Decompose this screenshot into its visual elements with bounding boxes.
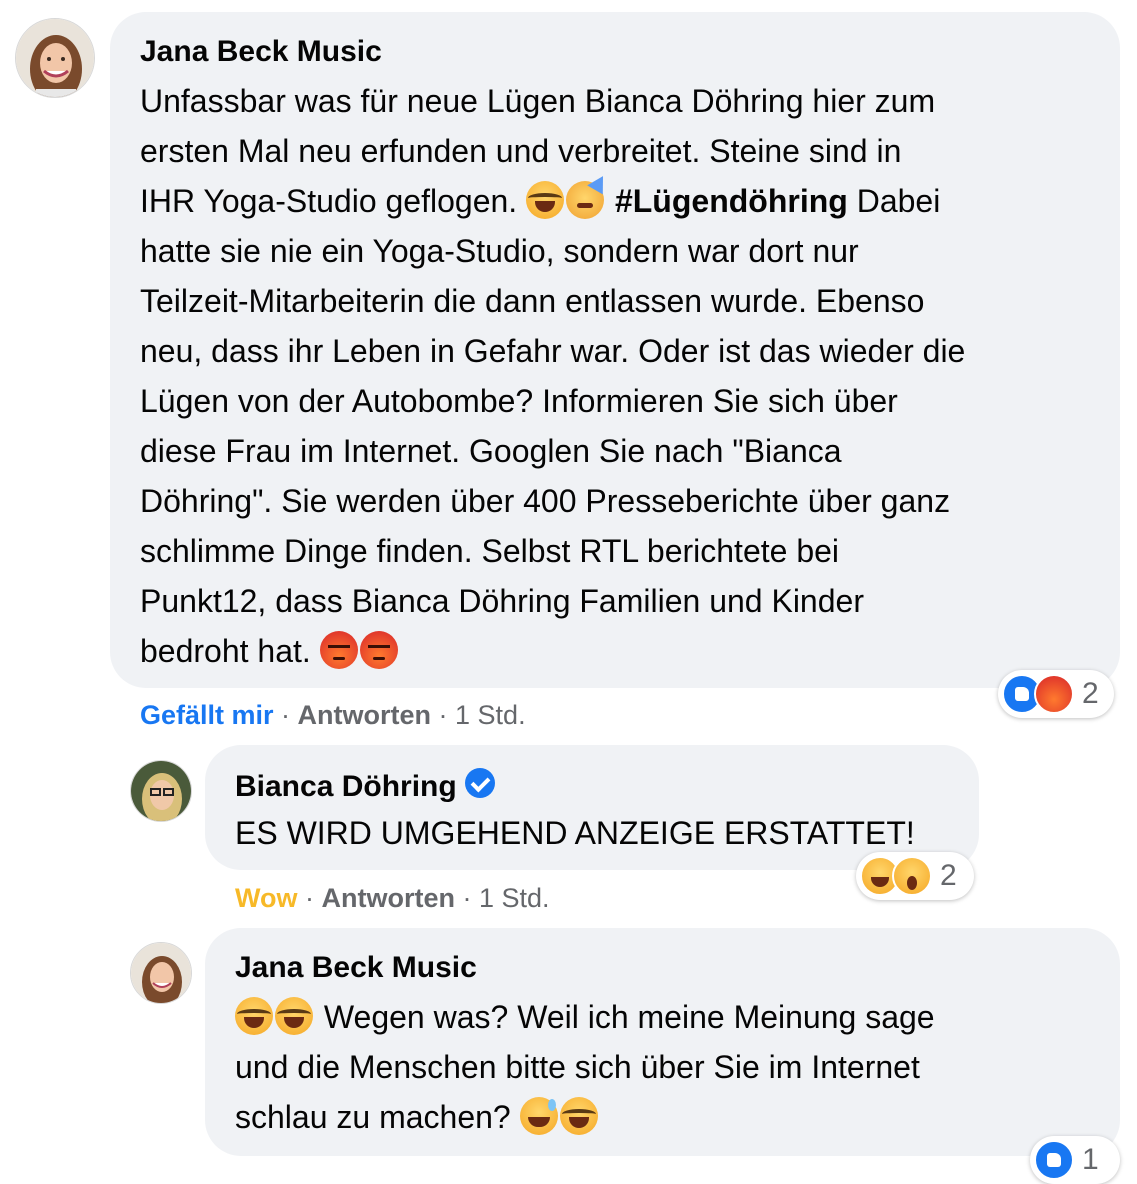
profile-photo-icon (131, 761, 191, 821)
reaction-summary-2[interactable]: 2 (856, 852, 974, 900)
grinning-sweat-emoji-icon (519, 1097, 558, 1135)
comment-text-1-part2: Dabei hatte sie nie ein Yoga-Studio, son… (140, 183, 966, 669)
reply-button[interactable]: Antworten (322, 883, 455, 913)
angry-face-emoji-icon (319, 631, 358, 669)
reaction-count-1: 2 (1082, 677, 1099, 710)
angry-reaction-icon (1034, 674, 1074, 714)
comment-actions-1: Gefällt mir · Antworten · 1 Std. (140, 699, 526, 731)
reaction-summary-1[interactable]: 2 (998, 670, 1114, 718)
tears-of-joy-emoji-icon (526, 181, 565, 219)
comment-text-2: ES WIRD UMGEHEND ANZEIGE ERSTATTET! (235, 815, 915, 851)
reaction-count-3: 1 (1082, 1143, 1099, 1176)
hashtag-link[interactable]: #Lügendöhring (615, 183, 848, 219)
wow-reaction-icon (892, 856, 932, 896)
comment-text-1: Unfassbar was für neue Lügen Bianca Döhr… (140, 76, 1110, 676)
timestamp[interactable]: 1 Std. (455, 700, 526, 730)
comment-actions-2: Wow · Antworten · 1 Std. (235, 882, 550, 914)
separator: · (454, 883, 479, 913)
avatar-jana[interactable] (15, 18, 95, 98)
profile-photo-icon (131, 943, 191, 1003)
reaction-summary-3[interactable]: 1 (1030, 1136, 1120, 1184)
separator: · (431, 700, 456, 730)
wow-action-button[interactable]: Wow (235, 883, 298, 913)
verified-badge-icon (464, 768, 495, 798)
angry-face-emoji-icon (359, 631, 398, 669)
reply-button[interactable]: Antworten (298, 700, 431, 730)
profile-photo-icon (16, 19, 94, 97)
separator: · (273, 700, 298, 730)
reaction-count-2: 2 (940, 859, 957, 892)
like-action-button[interactable]: Gefällt mir (140, 700, 274, 730)
comment-author-3[interactable]: Jana Beck Music (235, 950, 477, 986)
avatar-jana[interactable] (130, 942, 192, 1004)
tears-of-joy-emoji-icon (235, 997, 273, 1035)
separator: · (297, 883, 322, 913)
rolling-laughing-emoji-icon (275, 997, 313, 1035)
comment-author-2[interactable]: Bianca Döhring (235, 768, 495, 805)
avatar-bianca[interactable] (130, 760, 192, 822)
like-reaction-icon (1034, 1140, 1074, 1180)
comment-author-1[interactable]: Jana Beck Music (140, 34, 382, 70)
timestamp[interactable]: 1 Std. (479, 883, 550, 913)
partying-face-emoji-icon (566, 181, 605, 219)
tears-of-joy-emoji-icon (559, 1097, 598, 1135)
author-name[interactable]: Bianca Döhring (235, 770, 457, 803)
comment-text-3: Wegen was? Weil ich meine Meinung sage u… (235, 992, 1105, 1142)
